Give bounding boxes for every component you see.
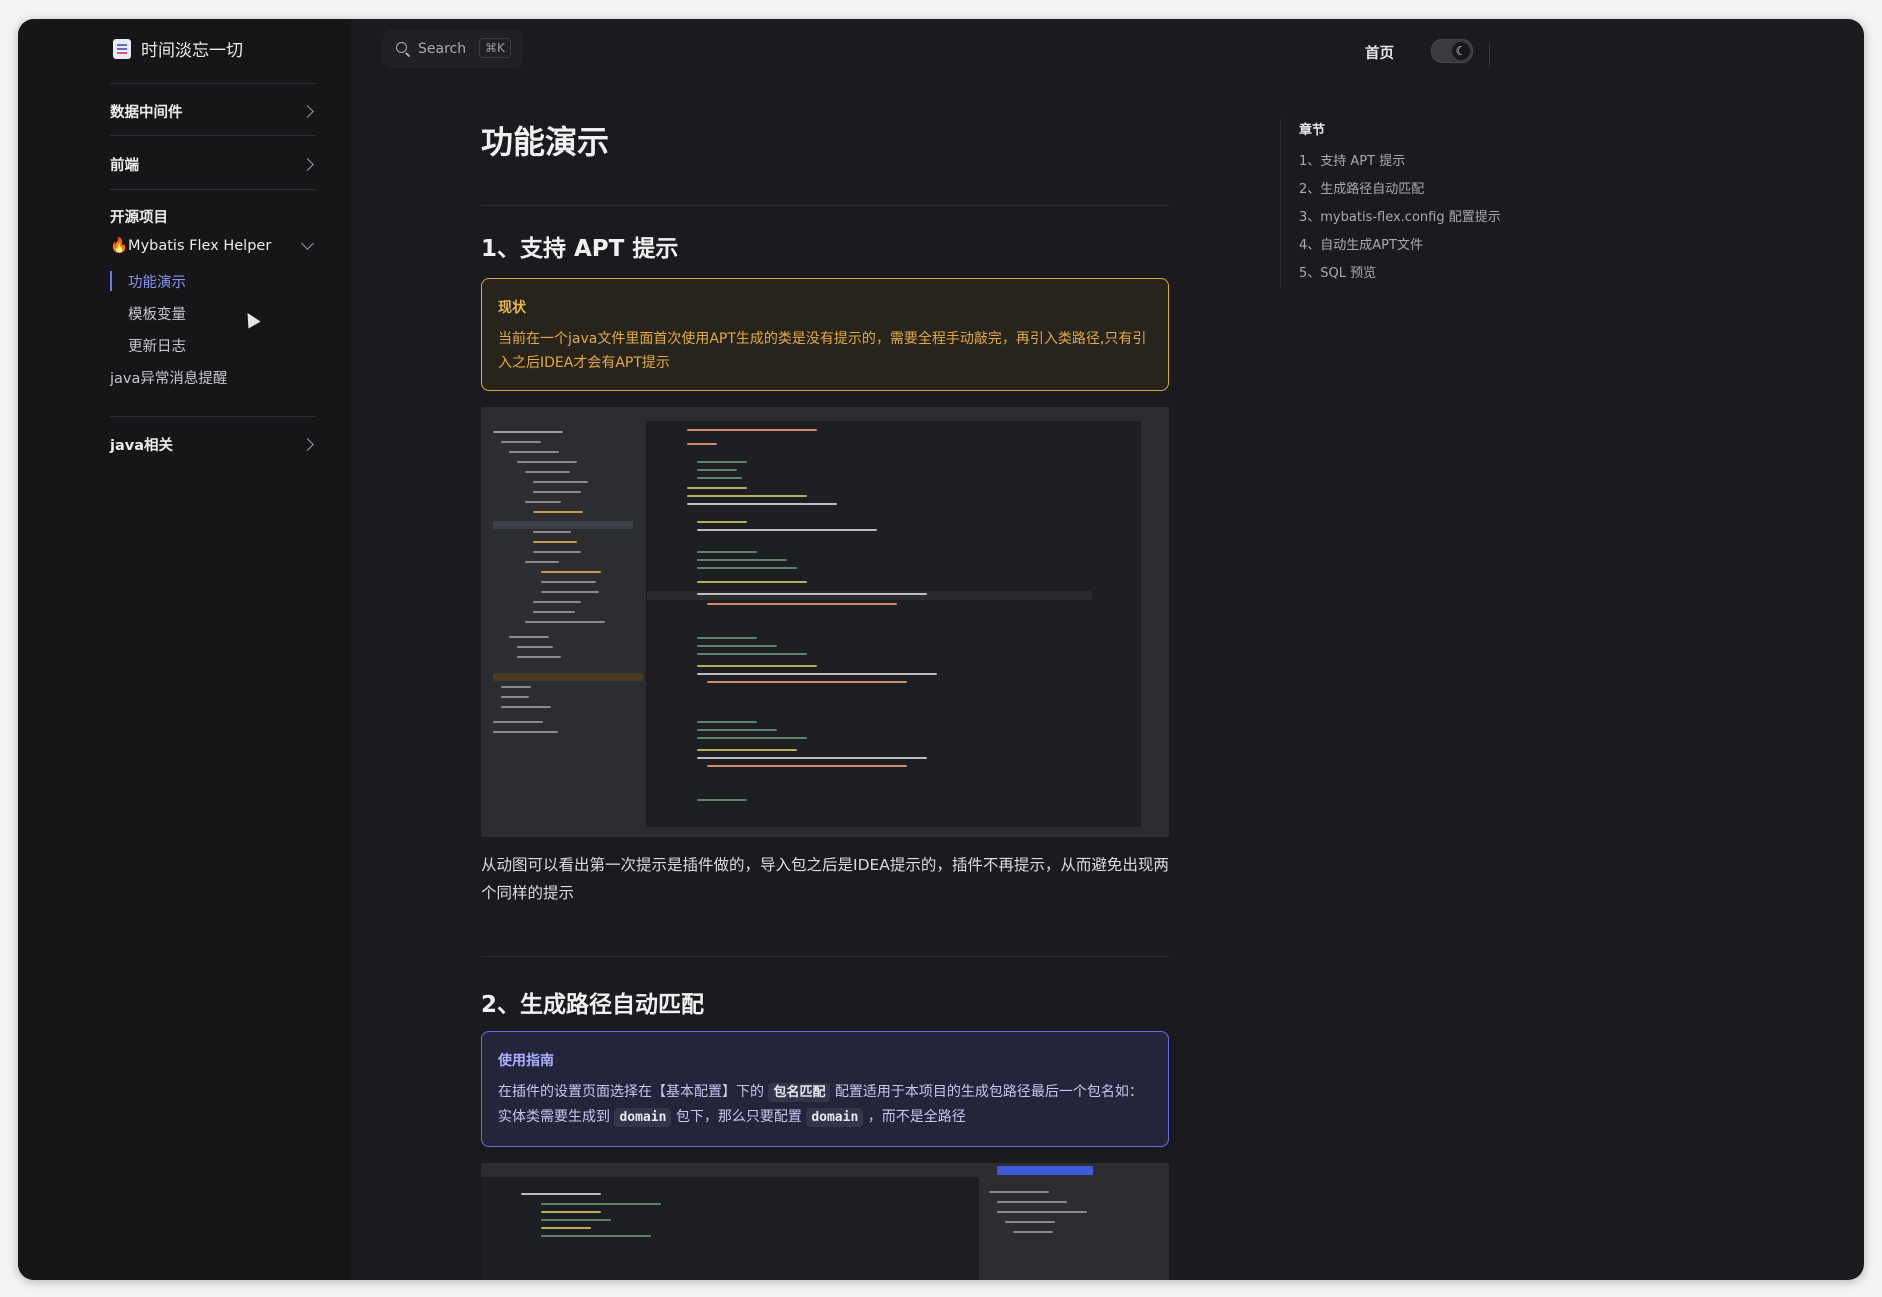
sidebar-section-title: 开源项目 (110, 210, 168, 226)
divider (1489, 43, 1490, 67)
table-of-contents: 章节 1、支持 APT 提示 2、生成路径自动匹配 3、mybatis-flex… (1280, 119, 1529, 288)
sidebar-group-label: 数据中间件 (110, 105, 183, 121)
ide-toolbar (481, 407, 1169, 421)
top-navbar: Search ⌘K 首页 ☾ (351, 19, 1864, 71)
search-label: Search (418, 41, 467, 57)
search-icon (396, 42, 407, 53)
sidebar-item-java-exception-alert[interactable]: java异常消息提醒 (110, 367, 227, 388)
theme-toggle[interactable]: ☾ (1431, 39, 1473, 63)
section-heading-apt: 1、支持 APT 提示 (481, 236, 679, 262)
nav-link-home[interactable]: 首页 (1365, 42, 1394, 63)
sidebar-group-frontend[interactable]: 前端 (110, 154, 316, 175)
sidebar-item-changelog[interactable]: 更新日志 (128, 335, 186, 356)
divider (481, 205, 1169, 206)
search-shortcut: ⌘K (479, 38, 511, 58)
warning-callout: 现状 当前在一个java文件里面首次使用APT生成的类是没有提示的，需要全程手动… (481, 278, 1169, 391)
search-button[interactable]: Search ⌘K (383, 30, 523, 68)
ide-status-bar (481, 827, 1169, 837)
ide-right-toolbar (1141, 421, 1169, 827)
toc-item[interactable]: 2、生成路径自动匹配 (1299, 176, 1529, 204)
sidebar-subgroup-mybatis-flex-helper[interactable]: 🔥Mybatis Flex Helper (110, 237, 316, 254)
divider (110, 83, 316, 84)
site-title: 时间淡忘一切 (141, 41, 243, 61)
ide-screenshot-2 (481, 1163, 1169, 1280)
section1-paragraph: 从动图可以看出第一次提示是插件做的，导入包之后是IDEA提示的，插件不再提示，从… (481, 856, 1169, 902)
callout-text: 在插件的设置页面选择在【基本配置】下的 包名匹配 配置适用于本项目的生成包路径最… (498, 1083, 1143, 1127)
sidebar-group-label: 前端 (110, 158, 139, 174)
inline-code: domain (614, 1108, 672, 1127)
ide-toolbar (481, 1163, 1169, 1177)
sidebar-item-feature-demo[interactable]: 功能演示 (128, 271, 186, 292)
ide-code-editor (647, 421, 1141, 827)
sidebar-group-data-middleware[interactable]: 数据中间件 (110, 101, 316, 122)
ide-code-editor (501, 1177, 979, 1280)
toc-item[interactable]: 1、支持 APT 提示 (1299, 148, 1529, 176)
page-title: 功能演示 (481, 123, 610, 161)
toc-item[interactable]: 5、SQL 预览 (1299, 260, 1529, 288)
sidebar-group-java[interactable]: java相关 (110, 434, 316, 455)
sidebar-subgroup-label: 🔥Mybatis Flex Helper (110, 238, 272, 254)
sidebar: 时间淡忘一切 数据中间件 前端 开源项目 🔥Mybatis Flex Helpe… (18, 19, 351, 1280)
callout-title: 使用指南 (498, 1053, 554, 1069)
moon-icon: ☾ (1452, 42, 1470, 60)
toc-item[interactable]: 3、mybatis-flex.config 配置提示 (1299, 204, 1529, 232)
inline-code: domain (806, 1108, 864, 1127)
sidebar-group-label: java相关 (110, 438, 173, 454)
toc-item[interactable]: 4、自动生成APT文件 (1299, 232, 1529, 260)
chevron-right-icon (301, 105, 314, 118)
toc-title: 章节 (1299, 123, 1326, 138)
tip-callout: 使用指南 在插件的设置页面选择在【基本配置】下的 包名匹配 配置适用于本项目的生… (481, 1031, 1169, 1147)
sidebar-item-template-variables[interactable]: 模板变量 (128, 303, 186, 324)
chevron-right-icon (301, 438, 314, 451)
divider (110, 135, 316, 136)
site-logo[interactable]: 时间淡忘一切 (113, 36, 243, 61)
logo-icon (113, 38, 131, 59)
divider (110, 189, 316, 190)
sidebar-section-open-source: 开源项目 (110, 206, 316, 227)
divider (481, 956, 1169, 957)
ide-project-tree (481, 421, 647, 827)
browser-window: 时间淡忘一切 数据中间件 前端 开源项目 🔥Mybatis Flex Helpe… (18, 19, 1864, 1280)
chevron-right-icon (301, 158, 314, 171)
callout-title: 现状 (498, 300, 526, 316)
active-indicator (110, 271, 112, 291)
mouse-cursor-icon (241, 309, 261, 329)
chevron-down-icon (301, 237, 314, 250)
ide-screenshot (481, 407, 1169, 837)
callout-text: 当前在一个java文件里面首次使用APT生成的类是没有提示的，需要全程手动敲完，… (498, 331, 1147, 371)
section-heading-path-match: 2、生成路径自动匹配 (481, 992, 705, 1018)
ide-database-panel (979, 1177, 1169, 1280)
divider (110, 416, 316, 417)
inline-code: 包名匹配 (768, 1083, 831, 1102)
